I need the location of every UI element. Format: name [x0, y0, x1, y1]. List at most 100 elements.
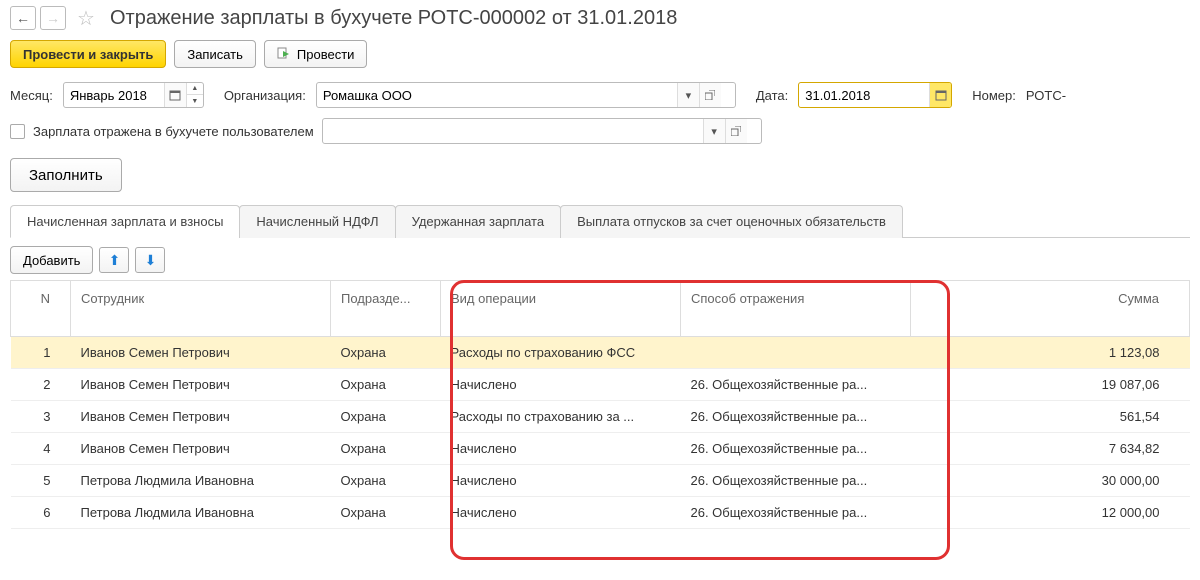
month-label: Месяц:: [10, 88, 53, 103]
page-title: Отражение зарплаты в бухучете РОТС-00000…: [110, 7, 677, 30]
tab-withheld[interactable]: Удержанная зарплата: [395, 205, 561, 238]
main-toolbar: Провести и закрыть Записать Провести: [0, 36, 1200, 78]
cell-employee[interactable]: Иванов Семен Петрович: [71, 433, 331, 465]
cell-employee[interactable]: Петрова Людмила Ивановна: [71, 465, 331, 497]
date-input-wrap: [798, 82, 952, 108]
cell-sum[interactable]: 30 000,00: [911, 465, 1190, 497]
table-row[interactable]: 3 Иванов Семен Петрович Охрана Расходы п…: [11, 401, 1190, 433]
cell-reflection[interactable]: 26. Общехозяйственные ра...: [681, 369, 911, 401]
arrow-down-icon: ⬇: [145, 252, 157, 269]
cell-operation[interactable]: Начислено: [441, 433, 681, 465]
tab-vacation-payments[interactable]: Выплата отпусков за счет оценочных обяза…: [560, 205, 903, 238]
org-open-icon[interactable]: [699, 83, 721, 107]
spinner-down-icon[interactable]: ▼: [187, 95, 203, 107]
top-nav: ← → ☆ Отражение зарплаты в бухучете РОТС…: [0, 0, 1200, 36]
table-row[interactable]: 4 Иванов Семен Петрович Охрана Начислено…: [11, 433, 1190, 465]
cell-n[interactable]: 5: [11, 465, 71, 497]
reflected-label: Зарплата отражена в бухучете пользовател…: [33, 124, 314, 139]
tab-accrued-salary[interactable]: Начисленная зарплата и взносы: [10, 205, 240, 238]
move-up-button[interactable]: ⬆: [99, 247, 129, 273]
post-and-close-button[interactable]: Провести и закрыть: [10, 40, 166, 68]
post-icon: [277, 47, 291, 61]
table-toolbar: Добавить ⬆ ⬇: [0, 238, 1200, 280]
org-dropdown-icon[interactable]: ▾: [677, 83, 699, 107]
cell-employee[interactable]: Иванов Семен Петрович: [71, 337, 331, 369]
col-employee-header[interactable]: Сотрудник: [71, 281, 331, 337]
month-calendar-icon[interactable]: [164, 83, 186, 107]
cell-operation[interactable]: Начислено: [441, 369, 681, 401]
col-department-header[interactable]: Подразде...: [331, 281, 441, 337]
cell-department[interactable]: Охрана: [331, 497, 441, 529]
cell-n[interactable]: 1: [11, 337, 71, 369]
post-button-label: Провести: [297, 47, 355, 62]
cell-department[interactable]: Охрана: [331, 465, 441, 497]
cell-reflection[interactable]: 26. Общехозяйственные ра...: [681, 497, 911, 529]
reflected-checkbox[interactable]: [10, 124, 25, 139]
add-row-button[interactable]: Добавить: [10, 246, 93, 274]
cell-sum[interactable]: 561,54: [911, 401, 1190, 433]
org-label: Организация:: [224, 88, 306, 103]
cell-sum[interactable]: 19 087,06: [911, 369, 1190, 401]
org-input-wrap: ▾: [316, 82, 736, 108]
date-calendar-icon[interactable]: [929, 83, 951, 107]
cell-n[interactable]: 6: [11, 497, 71, 529]
reflected-user-input-wrap: ▾: [322, 118, 762, 144]
cell-reflection[interactable]: 26. Общехозяйственные ра...: [681, 465, 911, 497]
data-table: N Сотрудник Подразде... Вид операции Спо…: [10, 280, 1190, 529]
table-body: 1 Иванов Семен Петрович Охрана Расходы п…: [11, 337, 1190, 529]
spinner-up-icon[interactable]: ▲: [187, 83, 203, 95]
cell-employee[interactable]: Иванов Семен Петрович: [71, 369, 331, 401]
cell-employee[interactable]: Иванов Семен Петрович: [71, 401, 331, 433]
cell-department[interactable]: Охрана: [331, 369, 441, 401]
cell-operation[interactable]: Расходы по страхованию за ...: [441, 401, 681, 433]
fill-button-row: Заполнить: [0, 150, 1200, 200]
table-row[interactable]: 1 Иванов Семен Петрович Охрана Расходы п…: [11, 337, 1190, 369]
org-input[interactable]: [317, 83, 677, 107]
save-button[interactable]: Записать: [174, 40, 256, 68]
col-n-header[interactable]: N: [11, 281, 71, 337]
cell-operation[interactable]: Расходы по страхованию ФСС: [441, 337, 681, 369]
cell-reflection[interactable]: 26. Общехозяйственные ра...: [681, 401, 911, 433]
cell-reflection[interactable]: [681, 337, 911, 369]
post-button[interactable]: Провести: [264, 40, 368, 68]
move-down-button[interactable]: ⬇: [135, 247, 165, 273]
reflected-dropdown-icon[interactable]: ▾: [703, 119, 725, 143]
cell-sum[interactable]: 12 000,00: [911, 497, 1190, 529]
cell-n[interactable]: 4: [11, 433, 71, 465]
tab-ndfl[interactable]: Начисленный НДФЛ: [239, 205, 395, 238]
table-row[interactable]: 6 Петрова Людмила Ивановна Охрана Начисл…: [11, 497, 1190, 529]
cell-department[interactable]: Охрана: [331, 433, 441, 465]
month-input-wrap: ▲ ▼: [63, 82, 204, 108]
col-reflection-header[interactable]: Способ отражения: [681, 281, 911, 337]
cell-department[interactable]: Охрана: [331, 401, 441, 433]
col-sum-header[interactable]: Сумма: [911, 281, 1190, 337]
cell-operation[interactable]: Начислено: [441, 497, 681, 529]
checkbox-row: Зарплата отражена в бухучете пользовател…: [0, 112, 1200, 150]
nav-forward-button[interactable]: →: [40, 6, 66, 30]
number-value: РОТС-: [1026, 88, 1066, 103]
cell-reflection[interactable]: 26. Общехозяйственные ра...: [681, 433, 911, 465]
tabs: Начисленная зарплата и взносы Начисленны…: [10, 204, 1190, 238]
table-row[interactable]: 5 Петрова Людмила Ивановна Охрана Начисл…: [11, 465, 1190, 497]
month-spinner[interactable]: ▲ ▼: [186, 83, 203, 107]
arrow-up-icon: ⬆: [109, 252, 121, 269]
cell-n[interactable]: 2: [11, 369, 71, 401]
month-input[interactable]: [64, 83, 164, 107]
cell-operation[interactable]: Начислено: [441, 465, 681, 497]
fill-button[interactable]: Заполнить: [10, 158, 122, 192]
cell-employee[interactable]: Петрова Людмила Ивановна: [71, 497, 331, 529]
col-operation-header[interactable]: Вид операции: [441, 281, 681, 337]
nav-back-button[interactable]: ←: [10, 6, 36, 30]
reflected-user-input[interactable]: [323, 119, 703, 143]
date-input[interactable]: [799, 83, 929, 107]
cell-sum[interactable]: 1 123,08: [911, 337, 1190, 369]
cell-n[interactable]: 3: [11, 401, 71, 433]
table-row[interactable]: 2 Иванов Семен Петрович Охрана Начислено…: [11, 369, 1190, 401]
favorite-star-icon[interactable]: ☆: [74, 6, 98, 30]
form-row-1: Месяц: ▲ ▼ Организация: ▾ Дата: Номер: Р…: [0, 78, 1200, 112]
cell-sum[interactable]: 7 634,82: [911, 433, 1190, 465]
table-wrap: N Сотрудник Подразде... Вид операции Спо…: [0, 280, 1200, 529]
cell-department[interactable]: Охрана: [331, 337, 441, 369]
table-header-row: N Сотрудник Подразде... Вид операции Спо…: [11, 281, 1190, 337]
reflected-open-icon[interactable]: [725, 119, 747, 143]
